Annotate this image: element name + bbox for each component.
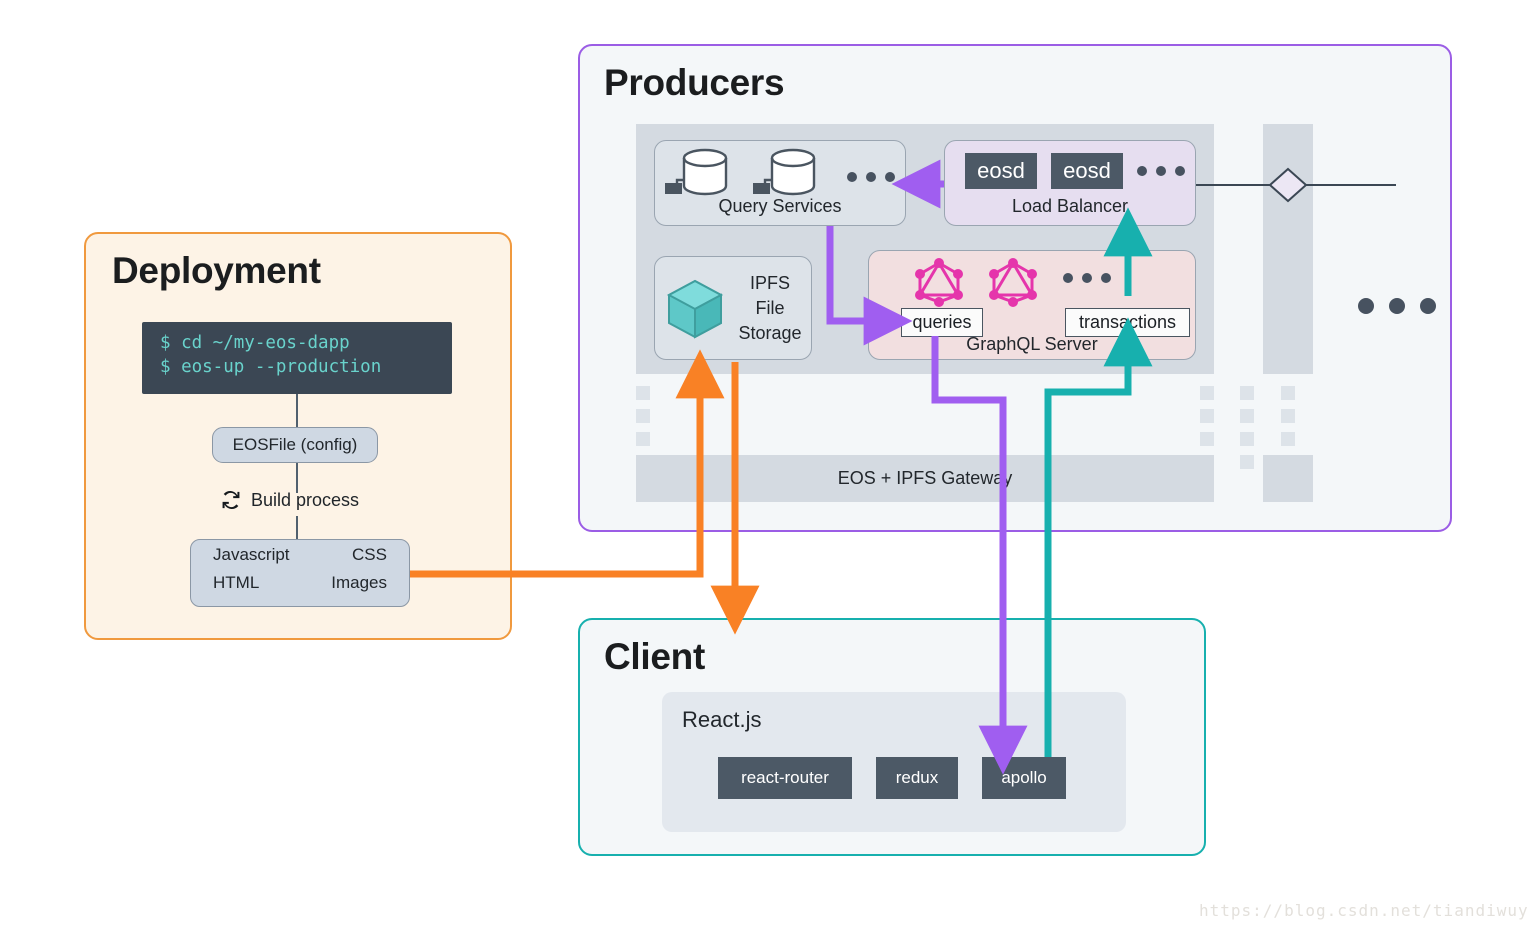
infra-dots-mid2: [1240, 386, 1254, 478]
eosd-node-1[interactable]: eosd: [965, 153, 1037, 189]
lib-react-router[interactable]: react-router: [718, 757, 852, 799]
eosd-node-2[interactable]: eosd: [1051, 153, 1123, 189]
load-balancer-card[interactable]: eosd eosd Load Balancer: [944, 140, 1196, 226]
more-producers-indicator: [1358, 298, 1436, 314]
deployment-terminal: $ cd ~/my-eos-dapp $ eos-up --production: [142, 322, 452, 394]
graphql-server-card[interactable]: queries transactions GraphQL Server: [868, 250, 1196, 360]
load-balancer-label: Load Balancer: [1011, 196, 1129, 216]
lib-apollo[interactable]: apollo: [982, 757, 1066, 799]
ipfs-line-3: Storage: [738, 323, 802, 343]
graphql-server-label: GraphQL Server: [966, 334, 1098, 354]
asset-html: HTML: [213, 573, 260, 592]
query-services-more-indicator: [847, 172, 895, 182]
ipfs-line-2: File: [755, 298, 785, 318]
producers-infra-column-right: [1263, 124, 1313, 374]
watermark-text: https://blog.csdn.net/tiandiwuya: [1199, 901, 1528, 920]
asset-css: CSS: [352, 545, 387, 564]
query-services-label: Query Services: [718, 196, 842, 216]
eos-ipfs-gateway-bar-right: [1263, 455, 1313, 502]
terminal-line-1: $ cd ~/my-eos-dapp: [160, 333, 350, 353]
query-services-card[interactable]: Query Services: [654, 140, 906, 226]
refresh-sync-icon: [222, 490, 240, 510]
graphql-transactions-endpoint[interactable]: transactions: [1065, 308, 1190, 337]
terminal-line-2: $ eos-up --production: [160, 357, 382, 377]
eos-ipfs-gateway-bar: EOS + IPFS Gateway: [636, 455, 1214, 502]
graphql-logo-icon-2: [989, 258, 1037, 307]
ipfs-line-1: IPFS: [749, 273, 790, 293]
ipfs-file-storage-card[interactable]: IPFS File Storage: [654, 256, 812, 360]
deployment-title: Deployment: [112, 250, 321, 291]
build-process-label: Build process: [251, 489, 360, 510]
graphql-logo-icon: [915, 258, 963, 307]
diagram-canvas: Deployment $ cd ~/my-eos-dapp $ eos-up --…: [0, 0, 1528, 938]
connector-terminal-to-config: [296, 394, 298, 427]
producers-title: Producers: [604, 62, 785, 103]
reactjs-label: React.js: [682, 707, 762, 732]
lib-redux[interactable]: redux: [876, 757, 958, 799]
asset-images: Images: [331, 573, 387, 592]
eosfile-config-node: EOSFile (config): [212, 427, 378, 463]
load-balancer-more-indicator: [1137, 166, 1185, 176]
build-process-step: Build process: [220, 489, 359, 511]
graphql-queries-endpoint[interactable]: queries: [901, 308, 983, 337]
asset-javascript: Javascript: [213, 545, 290, 564]
graphql-more-indicator: [1063, 273, 1111, 283]
client-title: Client: [604, 636, 705, 677]
cube-icon: [666, 279, 724, 339]
build-assets-node: Javascript CSS HTML Images: [190, 539, 410, 607]
connector-build-to-assets: [296, 516, 298, 539]
